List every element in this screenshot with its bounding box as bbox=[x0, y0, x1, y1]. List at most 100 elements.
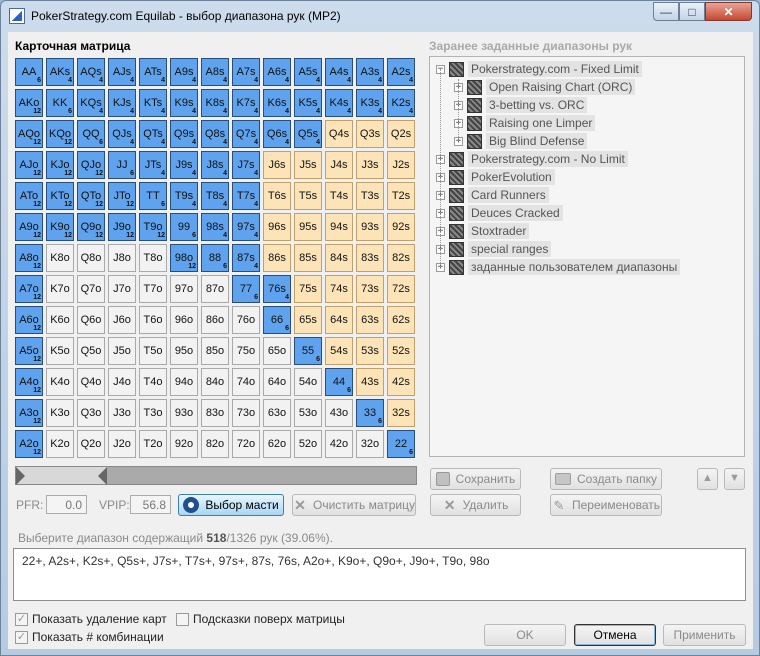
hand-cell[interactable]: 22 6 bbox=[387, 430, 415, 458]
hand-cell[interactable]: Q4o bbox=[77, 368, 105, 396]
hand-cell[interactable]: A2o 12 bbox=[15, 430, 43, 458]
hand-cell[interactable]: T8o bbox=[139, 244, 167, 272]
hand-cell[interactable]: A6o 12 bbox=[15, 306, 43, 334]
hand-cell[interactable]: JJ 6 bbox=[108, 151, 136, 179]
hand-cell[interactable]: J9o 12 bbox=[108, 213, 136, 241]
hand-cell[interactable]: A4o 12 bbox=[15, 368, 43, 396]
close-button[interactable]: ✕ bbox=[705, 2, 752, 21]
hand-cell[interactable]: T7o bbox=[139, 275, 167, 303]
hand-cell[interactable]: J2o bbox=[108, 430, 136, 458]
hand-cell[interactable]: K8o bbox=[46, 244, 74, 272]
hand-cell[interactable]: 64s bbox=[325, 306, 353, 334]
hand-cell[interactable]: K9o 12 bbox=[46, 213, 74, 241]
hand-cell[interactable]: KJo 12 bbox=[46, 151, 74, 179]
hand-cell[interactable]: 88 6 bbox=[201, 244, 229, 272]
hand-cell[interactable]: A7s 4 bbox=[232, 58, 260, 86]
cancel-button[interactable]: Отмена bbox=[574, 624, 656, 646]
hand-cell[interactable]: A6s 4 bbox=[263, 58, 291, 86]
hand-cell[interactable]: J4o bbox=[108, 368, 136, 396]
hand-cell[interactable]: T2s bbox=[387, 182, 415, 210]
hand-cell[interactable]: AA 6 bbox=[15, 58, 43, 86]
hand-cell[interactable]: J2s bbox=[387, 151, 415, 179]
preset-folder[interactable]: + заданные пользователем диапазоны bbox=[436, 258, 681, 276]
hand-cell[interactable]: J7o bbox=[108, 275, 136, 303]
delete-button[interactable]: ✕ Удалить bbox=[430, 494, 521, 516]
hand-cell[interactable]: 44 6 bbox=[325, 368, 353, 396]
hand-cell[interactable]: 65o bbox=[263, 337, 291, 365]
hand-cell[interactable]: 76o bbox=[232, 306, 260, 334]
hand-cell[interactable]: 73s bbox=[356, 275, 384, 303]
hand-cell[interactable]: 97o bbox=[170, 275, 198, 303]
preset-folder[interactable]: + PokerEvolution bbox=[436, 168, 555, 186]
hand-cell[interactable]: A2s 4 bbox=[387, 58, 415, 86]
hand-cell[interactable]: AQs 4 bbox=[77, 58, 105, 86]
hand-cell[interactable]: AKs 4 bbox=[46, 58, 74, 86]
hand-cell[interactable]: 63s bbox=[356, 306, 384, 334]
preset-subfolder[interactable]: +3-betting vs. ORC bbox=[454, 96, 588, 114]
hand-cell[interactable]: K5o bbox=[46, 337, 74, 365]
hand-cell[interactable]: J3o bbox=[108, 399, 136, 427]
hand-cell[interactable]: 86o bbox=[201, 306, 229, 334]
hand-cell[interactable]: AQo 12 bbox=[15, 120, 43, 148]
hand-cell[interactable]: Q9s 4 bbox=[170, 120, 198, 148]
hand-cell[interactable]: 43o bbox=[325, 399, 353, 427]
hand-cell[interactable]: QQ 6 bbox=[77, 120, 105, 148]
preset-folder[interactable]: + Pokerstrategy.com - No Limit bbox=[436, 150, 628, 168]
range-slider[interactable] bbox=[15, 466, 417, 485]
hand-cell[interactable]: J3s bbox=[356, 151, 384, 179]
create-folder-button[interactable]: Создать папку bbox=[550, 468, 662, 490]
hand-cell[interactable]: 96o bbox=[170, 306, 198, 334]
hand-cell[interactable]: 72o bbox=[232, 430, 260, 458]
hand-cell[interactable]: A4s 4 bbox=[325, 58, 353, 86]
hand-cell[interactable]: T4o bbox=[139, 368, 167, 396]
hand-cell[interactable]: 32s bbox=[387, 399, 415, 427]
hand-cell[interactable]: TT 6 bbox=[139, 182, 167, 210]
hand-cell[interactable]: 92o bbox=[170, 430, 198, 458]
hand-cell[interactable]: 62s bbox=[387, 306, 415, 334]
hand-cell[interactable]: Q8o bbox=[77, 244, 105, 272]
hand-cell[interactable]: 75o bbox=[232, 337, 260, 365]
show-combos-checkbox[interactable]: ✓ Показать # комбинации bbox=[15, 630, 164, 644]
hand-cell[interactable]: A3s 4 bbox=[356, 58, 384, 86]
hand-cell[interactable]: ATs 4 bbox=[139, 58, 167, 86]
hand-cell[interactable]: 85o bbox=[201, 337, 229, 365]
preset-subfolder[interactable]: + Open Raising Chart (ORC) bbox=[454, 78, 636, 96]
hand-cell[interactable]: J8s 4 bbox=[201, 151, 229, 179]
hand-cell[interactable]: KTs 4 bbox=[139, 89, 167, 117]
hand-cell[interactable]: T3s bbox=[356, 182, 384, 210]
hand-cell[interactable]: J6s bbox=[263, 151, 291, 179]
hand-cell[interactable]: K9s 4 bbox=[170, 89, 198, 117]
hand-cell[interactable]: 54o bbox=[294, 368, 322, 396]
hand-cell[interactable]: 53s bbox=[356, 337, 384, 365]
hand-cell[interactable]: 77 6 bbox=[232, 275, 260, 303]
preset-subfolder[interactable]: + Raising one Limper bbox=[454, 114, 596, 132]
hand-cell[interactable]: K2o bbox=[46, 430, 74, 458]
hand-cell[interactable]: T5o bbox=[139, 337, 167, 365]
hand-cell[interactable]: K6s 4 bbox=[263, 89, 291, 117]
hand-cell[interactable]: J6o bbox=[108, 306, 136, 334]
hand-cell[interactable]: Q2s bbox=[387, 120, 415, 148]
hand-cell[interactable]: 98o 12 bbox=[170, 244, 198, 272]
hand-cell[interactable]: J5o bbox=[108, 337, 136, 365]
hand-cell[interactable]: Q4s bbox=[325, 120, 353, 148]
hand-cell[interactable]: 52o bbox=[294, 430, 322, 458]
presets-tree[interactable]: − Pokerstrategy.com - Fixed Limit + Open Ra… bbox=[429, 56, 745, 457]
hand-cell[interactable]: A3o 12 bbox=[15, 399, 43, 427]
hand-cell[interactable]: 96s bbox=[263, 213, 291, 241]
show-combos-check[interactable]: ✓ bbox=[15, 630, 28, 644]
hand-cell[interactable]: 98s 4 bbox=[201, 213, 229, 241]
hand-cell[interactable]: Q7o bbox=[77, 275, 105, 303]
hand-cell[interactable]: 74o bbox=[232, 368, 260, 396]
hand-cell[interactable]: 32o bbox=[356, 430, 384, 458]
hand-cell[interactable]: K5s 4 bbox=[294, 89, 322, 117]
hand-cell[interactable]: AJo 12 bbox=[15, 151, 43, 179]
hand-cell[interactable]: A8o 12 bbox=[15, 244, 43, 272]
title-bar[interactable]: PokerStrategy.com Equilab - выбор диапаз… bbox=[1, 1, 759, 31]
save-button[interactable]: Сохранить bbox=[430, 468, 521, 490]
hand-cell[interactable]: KK 6 bbox=[46, 89, 74, 117]
hand-cell[interactable]: T8s 4 bbox=[201, 182, 229, 210]
ok-button[interactable]: OK bbox=[484, 624, 566, 646]
hand-cell[interactable]: J9s 4 bbox=[170, 151, 198, 179]
vpip-value-field[interactable]: 56.8 bbox=[130, 495, 171, 514]
hand-cell[interactable]: 92s bbox=[387, 213, 415, 241]
